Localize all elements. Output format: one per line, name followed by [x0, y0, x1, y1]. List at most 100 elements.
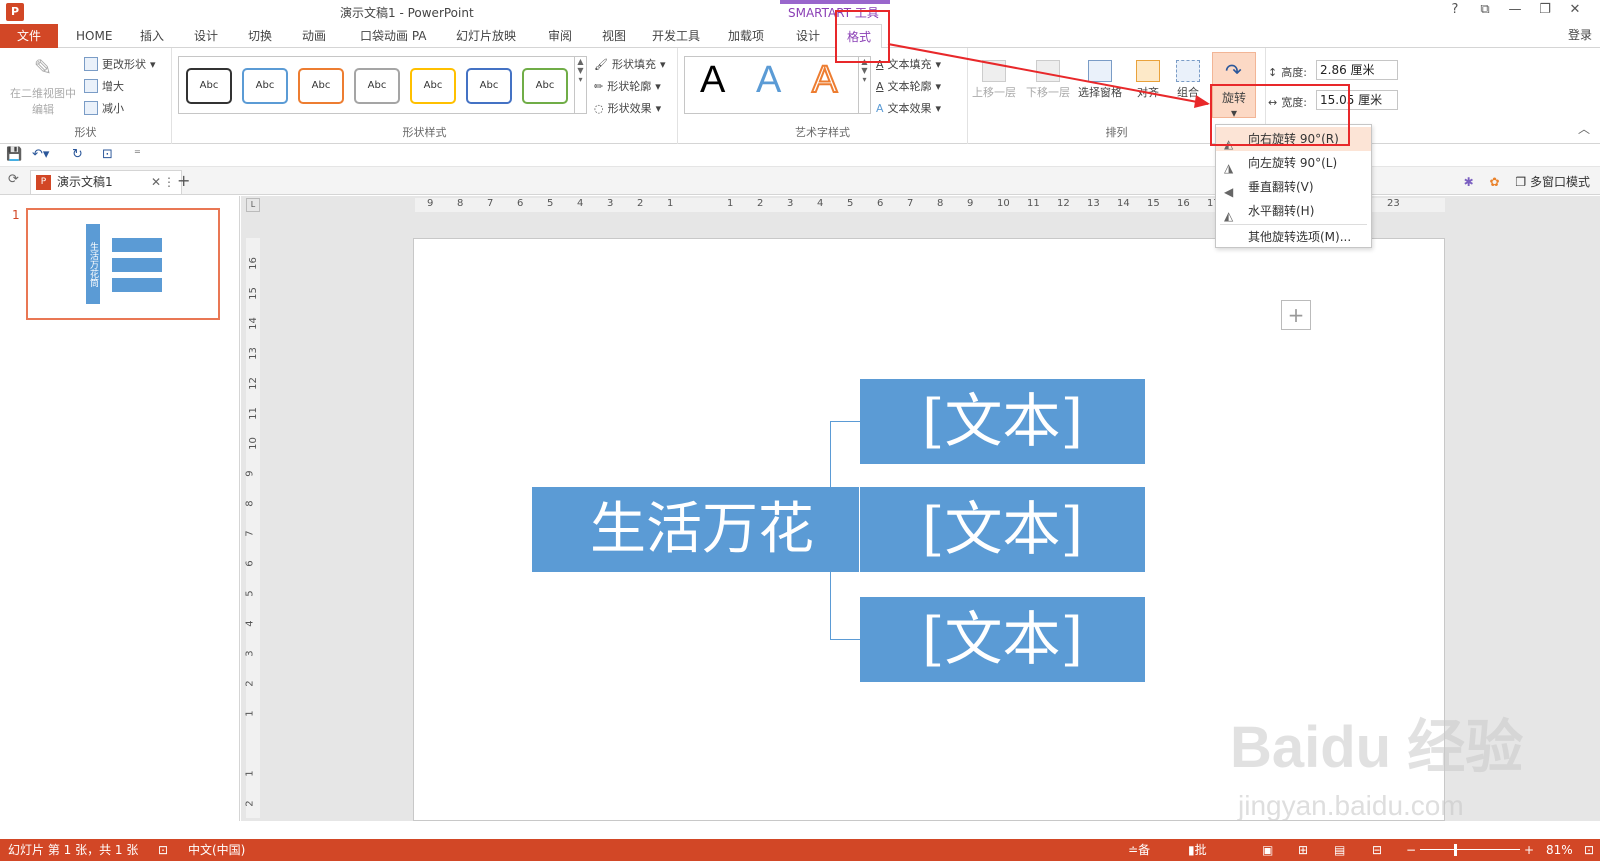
shape-style-4[interactable]: Abc [354, 68, 400, 104]
restore-button[interactable]: ❐ [1530, 2, 1560, 17]
text-outline-button[interactable]: A 文本轮廓 ▾ [876, 78, 941, 94]
shape-outline-button[interactable]: ✏ 形状轮廓 ▾ [594, 78, 661, 94]
shape-styles-scroll[interactable]: ▲ ▼ ▾ [575, 56, 587, 114]
group-button[interactable]: 组合 [1176, 60, 1200, 100]
slide-thumbnail-1[interactable]: 生活万花筒 [26, 208, 220, 320]
document-tab[interactable]: P 演示文稿1 ✕ ⋮ [30, 170, 182, 194]
tab-insert[interactable]: 插入 [130, 24, 174, 48]
tab-view[interactable]: 视图 [592, 24, 636, 48]
wordart-scroll[interactable]: ▲ ▼ ▾ [859, 56, 871, 114]
reading-view-icon[interactable]: ▤ [1334, 839, 1345, 861]
powerpoint-logo-icon[interactable]: P [6, 3, 24, 21]
wordart-orange[interactable]: A [811, 59, 838, 101]
vruler-tick: 7 [244, 530, 256, 537]
shape-style-7[interactable]: Abc [522, 68, 568, 104]
wordart-group: A A A ▲ ▼ ▾ A 文本填充 ▾ A 文本轮廓 ▾ A 文本效果 ▾ 艺术字… [678, 48, 968, 144]
history-icon[interactable]: ⟳ [8, 172, 19, 187]
slideshow-view-icon[interactable]: ⊟ [1372, 839, 1382, 861]
hruler-tick: 3 [787, 198, 794, 209]
tab-addins[interactable]: 加载项 [718, 24, 774, 48]
change-shape-icon [84, 57, 98, 71]
tab-pocket-animation[interactable]: 口袋动画 PA [350, 24, 437, 48]
tab-smartart-design[interactable]: 设计 [786, 24, 830, 48]
star-icon[interactable]: ✱ [1464, 175, 1474, 189]
shape-style-5[interactable]: Abc [410, 68, 456, 104]
zoom-out-button[interactable]: − [1406, 839, 1416, 861]
shape-style-1[interactable]: Abc [186, 68, 232, 104]
slide-sorter-icon[interactable]: ⊞ [1298, 839, 1308, 861]
zoom-in-button[interactable]: + [1524, 839, 1534, 861]
hruler-tick: 3 [607, 198, 614, 209]
height-input[interactable]: 2.86 厘米 [1316, 60, 1398, 80]
shape-style-6[interactable]: Abc [466, 68, 512, 104]
hruler-tick: 13 [1087, 198, 1100, 209]
present-icon[interactable]: ⊡ [102, 147, 113, 162]
annotation-format-tab-box [835, 10, 890, 63]
spellcheck-icon[interactable]: ⊡ [158, 839, 168, 861]
vruler-tick: 2 [244, 680, 256, 687]
zoom-slider[interactable] [1420, 849, 1520, 850]
smartart-child-2[interactable]: [文本] [860, 487, 1145, 572]
tab-menu-icon[interactable]: ⋮ [163, 171, 175, 193]
tab-home[interactable]: HOME [66, 24, 122, 48]
redo-icon[interactable]: ↻ [72, 147, 83, 162]
comments-button[interactable]: ▮ 批注 [1188, 839, 1207, 861]
notes-button[interactable]: ≐ 备注 [1128, 839, 1150, 861]
align-button[interactable]: 对齐 [1136, 60, 1160, 100]
help-button[interactable]: ? [1440, 2, 1470, 17]
tab-design[interactable]: 设计 [184, 24, 228, 48]
vruler-tick: 5 [244, 590, 256, 597]
edit-in-2d-button[interactable]: ✎ 在二维视图中编辑 [8, 56, 78, 117]
change-shape-button[interactable]: 更改形状 ▾ [84, 56, 156, 72]
save-icon[interactable]: 💾 [6, 147, 22, 162]
tab-animations[interactable]: 动画 [292, 24, 336, 48]
text-effects-button[interactable]: A 文本效果 ▾ [876, 100, 941, 116]
close-button[interactable]: ✕ [1560, 2, 1590, 17]
fit-slide-icon[interactable]: ⊡ [1584, 839, 1594, 861]
send-backward-button[interactable]: 下移一层 [1026, 60, 1070, 100]
window-icon: ❐ [1515, 175, 1527, 189]
menu-rotate-left[interactable]: ◮ 向左旋转 90°(L) [1216, 151, 1371, 175]
ribbon-display-button[interactable]: ⧉ [1470, 2, 1500, 17]
normal-view-icon[interactable]: ▣ [1262, 839, 1273, 861]
zoom-slider-thumb[interactable] [1454, 844, 1457, 856]
menu-flip-horizontal[interactable]: ◭ 水平翻转(H) [1216, 199, 1371, 223]
undo-icon[interactable]: ↶▾ [32, 147, 49, 162]
tab-transitions[interactable]: 切换 [238, 24, 282, 48]
tab-slideshow[interactable]: 幻灯片放映 [446, 24, 526, 48]
shape-fill-button[interactable]: 🖌 形状填充 ▾ [594, 56, 666, 72]
add-shape-icon[interactable]: + [1281, 300, 1311, 330]
smartart-main-shape[interactable]: 生活万花 [532, 487, 859, 572]
tab-developer[interactable]: 开发工具 [642, 24, 710, 48]
close-tab-icon[interactable]: ✕ [151, 171, 161, 193]
shape-style-3[interactable]: Abc [298, 68, 344, 104]
collapse-ribbon-icon[interactable]: ︿ [1578, 120, 1590, 137]
smartart-child-1[interactable]: [文本] [860, 379, 1145, 464]
title-bar: P 演示文稿1 - PowerPoint SMARTART 工具 ? ⧉ — ❐… [0, 0, 1600, 24]
tab-stop-selector[interactable]: L [246, 198, 260, 212]
minimize-button[interactable]: — [1500, 2, 1530, 17]
smartart-child-3[interactable]: [文本] [860, 597, 1145, 682]
larger-button[interactable]: 增大 [84, 78, 124, 94]
slide-thumbnails-pane: 1 生活万花筒 [0, 196, 240, 821]
new-tab-icon[interactable]: + [177, 171, 190, 190]
menu-more-rotation[interactable]: 其他旋转选项(M)... [1216, 225, 1371, 249]
smaller-button[interactable]: 减小 [84, 100, 124, 116]
shape-style-2[interactable]: Abc [242, 68, 288, 104]
multi-window-button[interactable]: ✱ ✿ ❐ 多窗口模式 [1464, 173, 1590, 190]
tab-review[interactable]: 审阅 [538, 24, 582, 48]
menu-flip-vertical[interactable]: ◀ 垂直翻转(V) [1216, 175, 1371, 199]
vruler-tick: 3 [244, 650, 256, 657]
wordart-black[interactable]: A [700, 60, 725, 100]
tab-file[interactable]: 文件 [0, 24, 58, 48]
customize-qat-icon[interactable]: ⁼ [134, 147, 141, 162]
login-link[interactable]: 登录 [1568, 26, 1592, 43]
wordart-blue[interactable]: A [756, 60, 781, 100]
settings-icon[interactable]: ✿ [1490, 175, 1500, 189]
language-indicator[interactable]: 中文(中国) [188, 839, 245, 861]
shape-effects-button[interactable]: ◌ 形状效果 ▾ [594, 100, 661, 116]
ppt-file-icon: P [36, 175, 51, 190]
zoom-level[interactable]: 81% [1546, 839, 1573, 861]
bring-forward-button[interactable]: 上移一层 [972, 60, 1016, 100]
selection-pane-button[interactable]: 选择窗格 [1078, 60, 1122, 100]
